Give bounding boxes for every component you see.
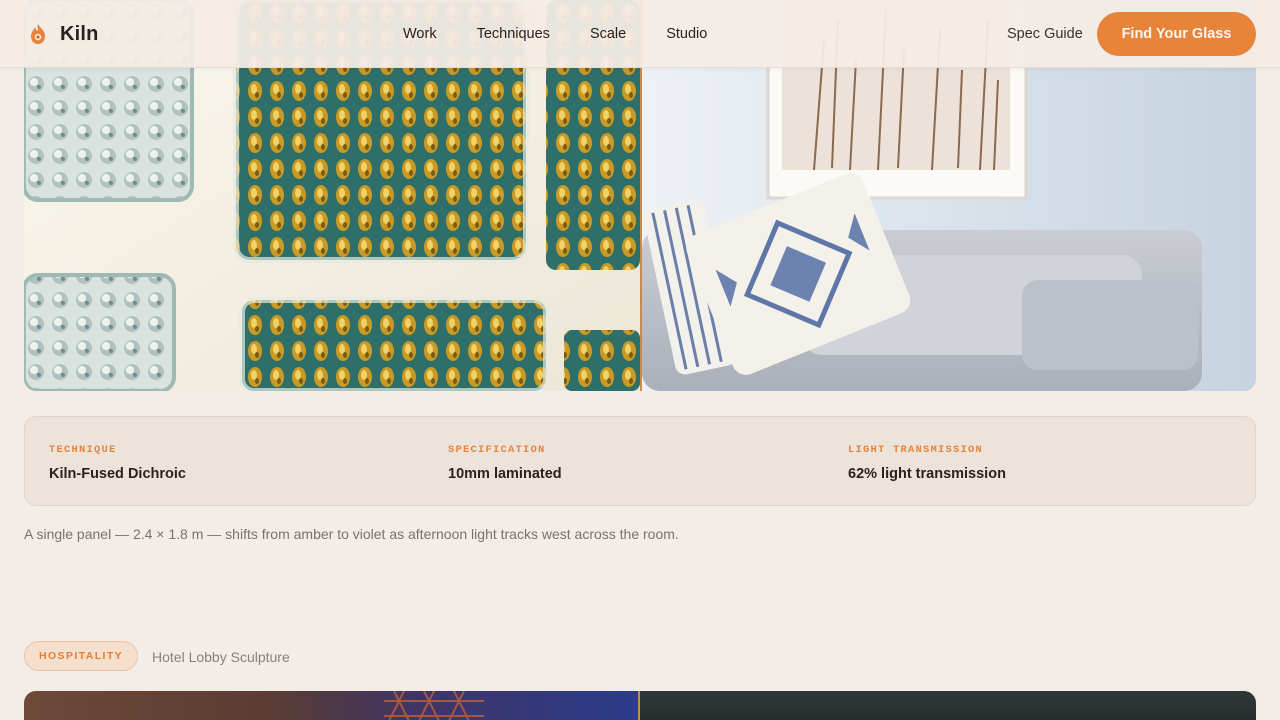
spec-value: 62% light transmission — [848, 466, 1006, 482]
lobby-sculpture-photo[interactable] — [24, 691, 640, 720]
next-project-gallery — [24, 691, 1256, 720]
site-header: Kiln Work Techniques Scale Studio Spec G… — [0, 0, 1280, 68]
spec-value: 10mm laminated — [448, 466, 562, 482]
kiln-flame-icon — [31, 24, 45, 44]
spec-label: Specification — [448, 444, 546, 456]
spec-label: Technique — [49, 444, 117, 456]
brand-home-link[interactable]: Kiln — [28, 22, 99, 46]
nav-item-work[interactable]: Work — [403, 25, 437, 43]
project-title: Hotel Lobby Sculpture — [152, 649, 290, 665]
project-spec-card: Technique Kiln-Fused Dichroic Specificat… — [24, 416, 1256, 506]
find-your-glass-button[interactable]: Find Your Glass — [1097, 12, 1256, 56]
spec-value: Kiln-Fused Dichroic — [49, 466, 186, 482]
spec-guide-link[interactable]: Spec Guide — [1007, 25, 1083, 43]
spec-light-transmission: Light Transmission 62% light transmissio… — [848, 444, 1006, 483]
nav-item-studio[interactable]: Studio — [666, 25, 707, 43]
project-caption: A single panel — 2.4 × 1.8 m — shifts fr… — [24, 526, 679, 542]
category-tag[interactable]: Hospitality — [24, 641, 139, 671]
lobby-sculpture-image — [384, 691, 484, 720]
nav-item-techniques[interactable]: Techniques — [477, 25, 550, 43]
spec-label: Light Transmission — [848, 444, 984, 456]
page: Kiln Work Techniques Scale Studio Spec G… — [0, 0, 1280, 720]
spec-specification: Specification 10mm laminated — [448, 444, 562, 483]
lobby-interior-photo[interactable] — [640, 691, 1256, 720]
nav-item-scale[interactable]: Scale — [590, 25, 626, 43]
spec-technique: Technique Kiln-Fused Dichroic — [49, 444, 186, 483]
main-nav: Work Techniques Scale Studio — [403, 25, 707, 43]
brand-name: Kiln — [60, 23, 99, 45]
